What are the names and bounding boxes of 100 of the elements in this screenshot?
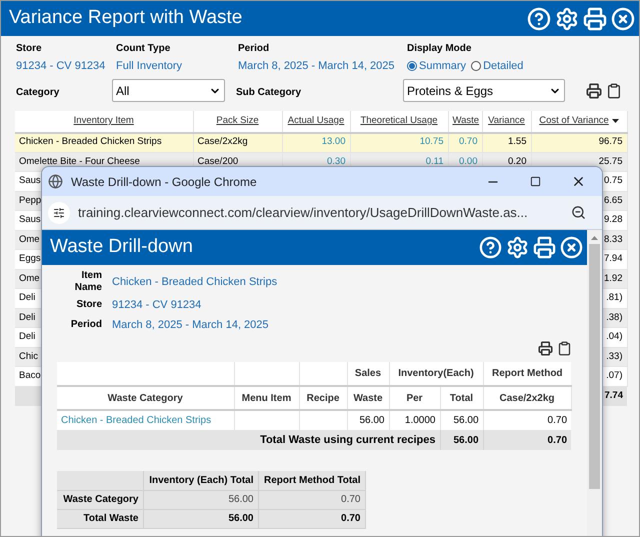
print-icon[interactable] <box>586 82 602 98</box>
table-cell: Pepp <box>19 194 42 206</box>
detail-value: 91234 - CV 91234 <box>112 298 202 313</box>
field-label: Count Type <box>116 42 172 56</box>
column-header: Recipe <box>306 392 340 404</box>
radio-label[interactable]: Detailed <box>483 58 524 74</box>
help-icon[interactable] <box>527 6 551 30</box>
globe-icon <box>48 174 63 189</box>
table-cell: 25.75 <box>598 156 622 167</box>
period-value: March 8, 2025 - March 14, 2025 <box>238 59 396 74</box>
sub-category-select[interactable]: Proteins & Eggs <box>403 79 565 102</box>
zoom-out-icon[interactable] <box>571 205 586 220</box>
radio-label[interactable]: Summary <box>419 58 466 74</box>
browser-title: Waste Drill-down - Google Chrome <box>71 174 257 190</box>
column-header: Per <box>406 392 423 404</box>
maximize-icon[interactable] <box>530 176 541 187</box>
column-header[interactable]: Inventory Item <box>74 114 134 128</box>
total-value: 56.00 <box>440 430 484 450</box>
table-cell: 96.75 <box>598 136 622 148</box>
table-cell: 9.28 <box>604 214 622 226</box>
column-header: Waste Category <box>108 392 183 404</box>
column-header[interactable]: Waste <box>452 114 480 128</box>
clipboard-icon[interactable] <box>557 341 572 356</box>
print-icon[interactable] <box>533 236 556 259</box>
group-header: Sales <box>354 368 382 379</box>
scroll-up-icon[interactable] <box>591 236 598 240</box>
table-cell: Case/200 <box>198 156 238 167</box>
table-cell: 0.75 <box>604 175 622 186</box>
row-header: Waste Category <box>63 494 138 505</box>
table-cell: 0.11 <box>426 156 444 167</box>
table-cell: 0.30 <box>327 156 346 167</box>
table-cell: 6.65 <box>604 194 622 206</box>
column-header[interactable]: Pack Size <box>216 114 259 128</box>
group-header: Inventory(Each) <box>398 368 474 379</box>
field-label: Display Mode <box>407 42 472 56</box>
total-value: 7.74 <box>604 390 623 402</box>
table-cell: .81) <box>606 292 622 304</box>
table-cell: 0.70 <box>341 494 360 505</box>
table-cell: Omelette Bite - Four Cheese <box>19 156 140 167</box>
field-label: Store <box>16 42 43 56</box>
table-cell: Chic <box>19 350 38 362</box>
detail-label: Period <box>70 318 102 331</box>
table-cell: Chicken - Breaded Chicken Strips <box>19 136 162 148</box>
table-cell: .07) <box>606 370 622 382</box>
close-icon[interactable] <box>611 6 635 30</box>
close-icon[interactable] <box>571 174 586 189</box>
url-text[interactable]: training.clearviewconnect.com/clearview/inventory/UsageDrillDownWaste.as... <box>78 202 528 222</box>
table-cell: .33) <box>606 350 622 362</box>
table-cell: 0.70 <box>341 513 360 524</box>
table-cell: 56.00 <box>228 513 254 524</box>
print-icon[interactable] <box>538 341 553 356</box>
table-cell: 0.00 <box>459 156 478 167</box>
table-cell: Deli <box>19 312 36 323</box>
table-cell: Case/2x2kg <box>198 136 248 148</box>
count-type-value: Full Inventory <box>116 59 184 74</box>
table-row[interactable]: Chicken - Breaded Chicken Strips Case/2x2kg 13.00 10.75 0.70 1.55 96.75 <box>15 132 627 152</box>
category-select[interactable]: All <box>112 79 225 102</box>
table-cell: 1.92 <box>604 272 622 284</box>
table-cell: Deli <box>19 331 36 342</box>
column-header[interactable]: Theoretical Usage <box>360 114 438 128</box>
help-icon[interactable] <box>479 236 502 259</box>
window-title: Variance Report with Waste <box>9 6 242 30</box>
settings-icon[interactable] <box>506 236 529 259</box>
popup-title: Waste Drill-down <box>50 235 193 260</box>
detail-label: Item Name <box>74 270 102 294</box>
table-cell: Baco <box>19 370 41 382</box>
table-cell: 7.94 <box>604 253 622 264</box>
table-cell: .38) <box>606 312 622 323</box>
table-cell: .04) <box>606 331 622 342</box>
column-header[interactable]: Cost of Variance <box>539 114 609 128</box>
table-cell: 0.70 <box>548 415 568 426</box>
table-cell: Ome <box>19 234 40 245</box>
clipboard-icon[interactable] <box>606 82 622 98</box>
row-header: Total Waste <box>83 513 138 524</box>
table-cell: Deli <box>19 292 36 304</box>
scrollbar[interactable] <box>587 230 602 536</box>
radio-button[interactable] <box>471 61 482 72</box>
table-cell: 1.0000 <box>404 415 436 426</box>
total-value: 0.70 <box>483 430 572 450</box>
print-icon[interactable] <box>583 6 607 30</box>
column-header: Menu Item <box>242 392 292 404</box>
column-header[interactable]: Actual Usage <box>288 114 344 128</box>
table-cell: 56.00 <box>453 415 479 426</box>
scrollbar-thumb[interactable] <box>589 244 600 489</box>
table-cell: Saus <box>19 175 41 186</box>
waste-category-link[interactable]: Chicken - Breaded Chicken Strips <box>61 415 212 426</box>
column-header[interactable]: Variance <box>488 114 525 128</box>
table-cell: 8.33 <box>604 234 622 245</box>
column-header: Waste <box>353 392 383 404</box>
table-cell: 0.70 <box>459 136 478 148</box>
close-icon[interactable] <box>560 236 583 259</box>
table-cell: Eggs <box>19 253 41 264</box>
table-cell: 13.00 <box>322 136 346 148</box>
detail-label: Store <box>75 299 102 312</box>
settings-icon[interactable] <box>555 6 579 30</box>
radio-button[interactable] <box>407 61 417 72</box>
column-header: Total <box>450 392 474 404</box>
site-settings-icon[interactable] <box>48 202 70 224</box>
table-cell: 56.00 <box>359 415 384 426</box>
field-label: Sub Category <box>236 86 302 98</box>
